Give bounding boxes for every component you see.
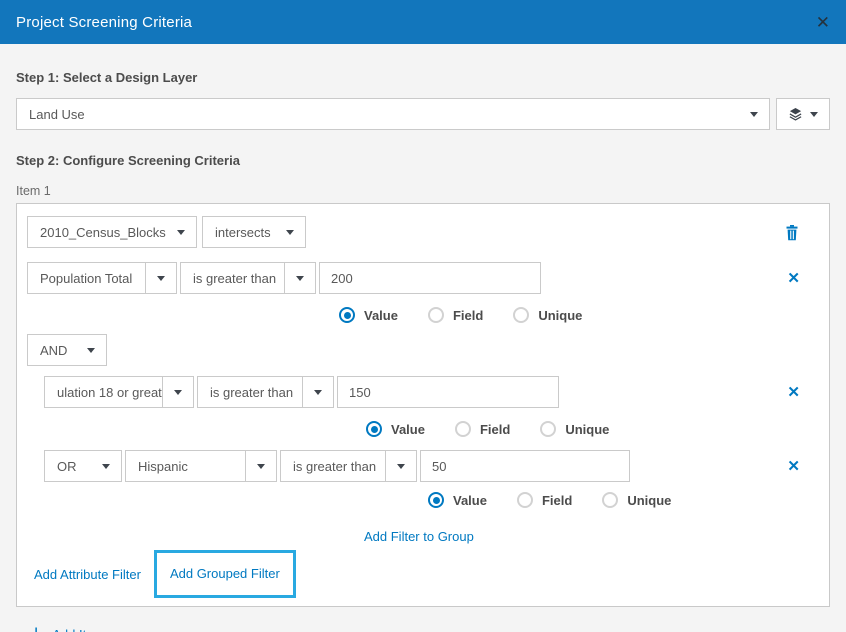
radio-option-unique[interactable]: Unique bbox=[602, 492, 671, 508]
project-screening-criteria-dialog: Project Screening Criteria ✕ Step 1: Sel… bbox=[0, 0, 846, 632]
add-item-button[interactable]: + Add Item bbox=[16, 626, 830, 632]
add-item-label: Add Item bbox=[52, 627, 104, 632]
add-grouped-filter-highlight: Add Grouped Filter bbox=[154, 550, 296, 598]
radio-option-unique[interactable]: Unique bbox=[540, 421, 609, 437]
group-filter1-field-select[interactable]: ulation 18 or greater bbox=[44, 376, 194, 408]
group-filter2-operator-select[interactable]: is greater than bbox=[280, 450, 417, 482]
chevron-down-icon bbox=[76, 335, 106, 365]
delete-item-button[interactable] bbox=[784, 224, 800, 241]
chevron-down-icon bbox=[145, 263, 176, 293]
item-label: Item 1 bbox=[16, 184, 830, 198]
chevron-down-icon bbox=[302, 377, 333, 407]
remove-group-filter2-icon[interactable]: ✕ bbox=[787, 459, 800, 474]
add-attribute-filter-link[interactable]: Add Attribute Filter bbox=[34, 567, 141, 582]
group-filter1-operator-value: is greater than bbox=[198, 385, 302, 400]
layers-icon bbox=[788, 107, 803, 122]
filter1-mode-radios: Value Field Unique bbox=[339, 307, 819, 323]
chevron-down-icon bbox=[385, 451, 416, 481]
remove-group-filter1-icon[interactable]: ✕ bbox=[787, 385, 800, 400]
radio-option-field[interactable]: Field bbox=[517, 492, 572, 508]
add-filter-to-group-link[interactable]: Add Filter to Group bbox=[364, 529, 474, 544]
trash-icon bbox=[784, 224, 800, 241]
radio-unselected-icon bbox=[455, 421, 471, 437]
design-layer-row: Land Use bbox=[16, 98, 830, 130]
spatial-operator-select[interactable]: intersects bbox=[202, 216, 306, 248]
target-layer-value: 2010_Census_Blocks bbox=[28, 225, 166, 240]
radio-option-unique[interactable]: Unique bbox=[513, 307, 582, 323]
filter1-operator-select[interactable]: is greater than bbox=[180, 262, 316, 294]
group-filter1-field-value: ulation 18 or greater bbox=[45, 385, 162, 400]
filter1-value-input[interactable] bbox=[319, 262, 541, 294]
grouped-filter-row-1: ulation 18 or greater is greater than ✕ bbox=[44, 376, 819, 408]
chevron-down-icon bbox=[275, 217, 305, 247]
add-grouped-filter-link[interactable]: Add Grouped Filter bbox=[170, 566, 280, 581]
attribute-filter-row-1: Population Total is greater than ✕ bbox=[27, 262, 819, 294]
radio-option-value[interactable]: Value bbox=[339, 307, 398, 323]
radio-option-value[interactable]: Value bbox=[366, 421, 425, 437]
group-join-select[interactable]: AND bbox=[27, 334, 107, 366]
group-filter2-join-select[interactable]: OR bbox=[44, 450, 122, 482]
design-layer-select[interactable]: Land Use bbox=[16, 98, 770, 130]
dialog-title: Project Screening Criteria bbox=[16, 14, 192, 31]
radio-selected-icon bbox=[366, 421, 382, 437]
chevron-down-icon bbox=[166, 217, 196, 247]
group-filter1-mode-radios: Value Field Unique bbox=[366, 421, 819, 437]
group-filter2-operator-value: is greater than bbox=[281, 459, 385, 474]
group-join-value: AND bbox=[28, 343, 76, 358]
spatial-operator-value: intersects bbox=[203, 225, 275, 240]
dialog-body: Step 1: Select a Design Layer Land Use S… bbox=[0, 70, 846, 632]
radio-option-value[interactable]: Value bbox=[428, 492, 487, 508]
group-filter2-join-value: OR bbox=[45, 459, 91, 474]
group-filter1-value-input[interactable] bbox=[337, 376, 559, 408]
layers-options-button[interactable] bbox=[776, 98, 830, 130]
filter-actions-row: Add Attribute Filter Add Grouped Filter bbox=[27, 550, 819, 598]
layer-operator-row: 2010_Census_Blocks intersects bbox=[27, 216, 819, 248]
filter1-field-value: Population Total bbox=[28, 271, 145, 286]
filter1-operator-value: is greater than bbox=[181, 271, 284, 286]
radio-selected-icon bbox=[428, 492, 444, 508]
group-filter2-mode-radios: Value Field Unique bbox=[428, 492, 819, 508]
radio-unselected-icon bbox=[540, 421, 556, 437]
step2-label: Step 2: Configure Screening Criteria bbox=[16, 153, 830, 168]
radio-unselected-icon bbox=[517, 492, 533, 508]
radio-unselected-icon bbox=[428, 307, 444, 323]
radio-option-field[interactable]: Field bbox=[428, 307, 483, 323]
group-filter2-field-value: Hispanic bbox=[126, 459, 245, 474]
plus-icon: + bbox=[30, 626, 42, 632]
target-layer-select[interactable]: 2010_Census_Blocks bbox=[27, 216, 197, 248]
design-layer-value: Land Use bbox=[17, 107, 739, 122]
filter1-field-select[interactable]: Population Total bbox=[27, 262, 177, 294]
group-filter2-value-input[interactable] bbox=[420, 450, 630, 482]
chevron-down-icon bbox=[810, 112, 818, 117]
grouped-filter-row-2: OR Hispanic is greater than ✕ bbox=[44, 450, 819, 482]
radio-unselected-icon bbox=[602, 492, 618, 508]
group-join-row: AND bbox=[27, 334, 819, 366]
remove-filter1-icon[interactable]: ✕ bbox=[787, 271, 800, 286]
group-filter2-field-select[interactable]: Hispanic bbox=[125, 450, 277, 482]
chevron-down-icon bbox=[739, 99, 769, 129]
radio-selected-icon bbox=[339, 307, 355, 323]
item-panel: 2010_Census_Blocks intersects bbox=[16, 203, 830, 607]
dialog-header: Project Screening Criteria ✕ bbox=[0, 0, 846, 44]
close-icon[interactable]: ✕ bbox=[816, 14, 830, 31]
chevron-down-icon bbox=[245, 451, 276, 481]
chevron-down-icon bbox=[162, 377, 193, 407]
group-filter1-operator-select[interactable]: is greater than bbox=[197, 376, 334, 408]
chevron-down-icon bbox=[91, 451, 121, 481]
step1-label: Step 1: Select a Design Layer bbox=[16, 70, 830, 85]
radio-unselected-icon bbox=[513, 307, 529, 323]
radio-option-field[interactable]: Field bbox=[455, 421, 510, 437]
chevron-down-icon bbox=[284, 263, 315, 293]
